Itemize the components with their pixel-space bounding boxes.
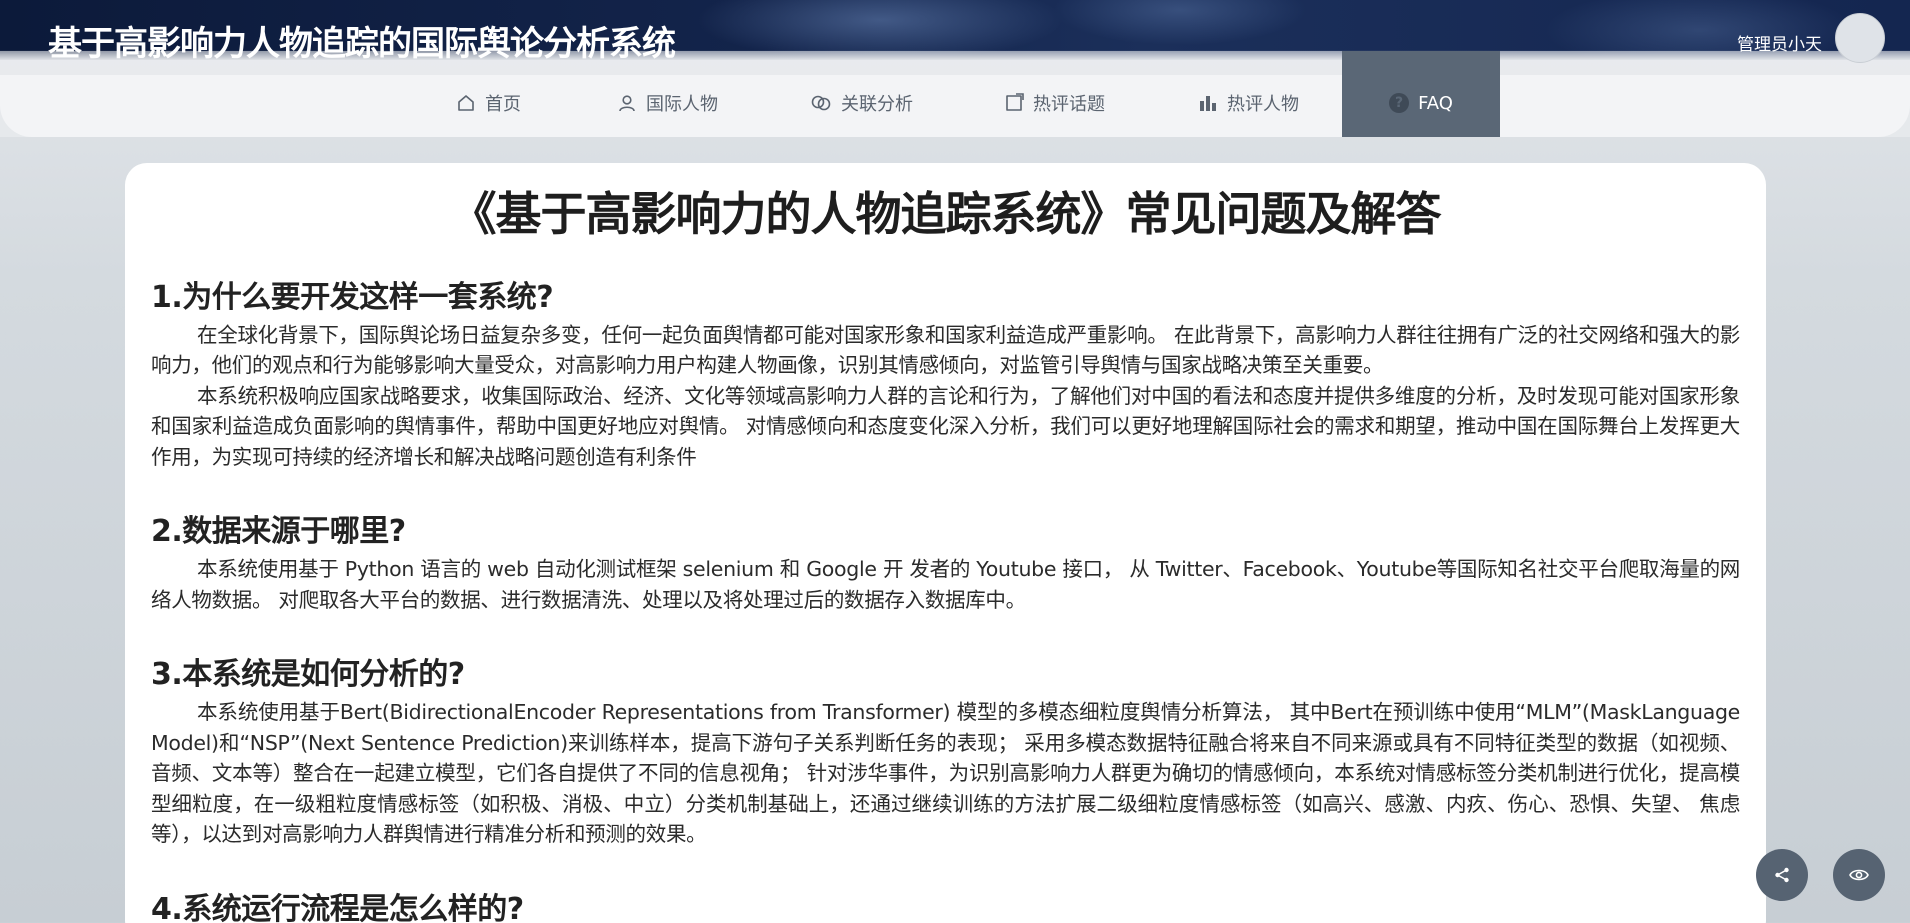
faq-answer-paragraph: 本系统使用基于 Python 语言的 web 自动化测试框架 selenium … bbox=[151, 557, 1740, 612]
faq-section: 4.系统运行流程是怎么样的? bbox=[151, 892, 1740, 923]
faq-answer-paragraph: 在全球化背景下，国际舆论场日益复杂多变，任何一起负面舆情都可能对国家形象和国家利… bbox=[151, 322, 1740, 378]
view-button[interactable] bbox=[1833, 849, 1885, 901]
faq-question: 2.数据来源于哪里? bbox=[151, 514, 406, 550]
bar-chart-icon bbox=[1200, 96, 1216, 111]
faq-question: 1.为什么要开发这样一套系统? bbox=[151, 279, 554, 315]
nav-label: 首页 bbox=[485, 94, 521, 115]
app-title: 基于高影响力人物追踪的国际舆论分析系统 bbox=[48, 24, 676, 64]
share-button[interactable] bbox=[1756, 849, 1808, 901]
eye-icon bbox=[1849, 869, 1869, 881]
link-icon bbox=[811, 95, 831, 111]
share-icon bbox=[1775, 867, 1789, 883]
faq-question: 4.系统运行流程是怎么样的? bbox=[151, 891, 524, 923]
nav-label: 关联分析 bbox=[841, 94, 913, 115]
faq-question: 3.本系统是如何分析的? bbox=[151, 657, 465, 693]
home-icon bbox=[458, 95, 474, 111]
nav-item-hot-figures[interactable]: 热评人物 bbox=[1198, 51, 1299, 137]
faq-section: 1.为什么要开发这样一套系统? 在全球化背景下，国际舆论场日益复杂多变，任何一起… bbox=[151, 280, 1740, 473]
faq-answer-paragraph: 本系统使用基于Bert(BidirectionalEncoder Represe… bbox=[151, 700, 1740, 847]
avatar[interactable] bbox=[1835, 13, 1885, 63]
nav-label: FAQ bbox=[1418, 92, 1453, 114]
faq-answer-paragraph: 本系统积极响应国家战略要求，收集国际政治、经济、文化等领域高影响力人群的言论和行… bbox=[151, 383, 1740, 469]
faq-card: 《基于高影响力的人物追踪系统》常见问题及解答 1.为什么要开发这样一套系统? 在… bbox=[125, 163, 1766, 923]
faq-section: 2.数据来源于哪里? 本系统使用基于 Python 语言的 web 自动化测试框… bbox=[151, 514, 1740, 615]
nav-label: 国际人物 bbox=[646, 94, 718, 115]
nav-label: 热评话题 bbox=[1033, 94, 1105, 115]
faq-section: 3.本系统是如何分析的? 本系统使用基于Bert(BidirectionalEn… bbox=[151, 657, 1740, 850]
nav-item-faq[interactable]: ? FAQ bbox=[1342, 51, 1500, 137]
page-title: 《基于高影响力的人物追踪系统》常见问题及解答 bbox=[450, 187, 1442, 241]
nav-item-hot-topics[interactable]: 热评话题 bbox=[1004, 51, 1105, 137]
nav-label: 热评人物 bbox=[1227, 94, 1299, 115]
nav-item-correlation-analysis[interactable]: 关联分析 bbox=[810, 51, 913, 137]
question-icon: ? bbox=[1389, 93, 1410, 113]
user-icon bbox=[619, 95, 635, 112]
comment-icon bbox=[1006, 93, 1024, 111]
